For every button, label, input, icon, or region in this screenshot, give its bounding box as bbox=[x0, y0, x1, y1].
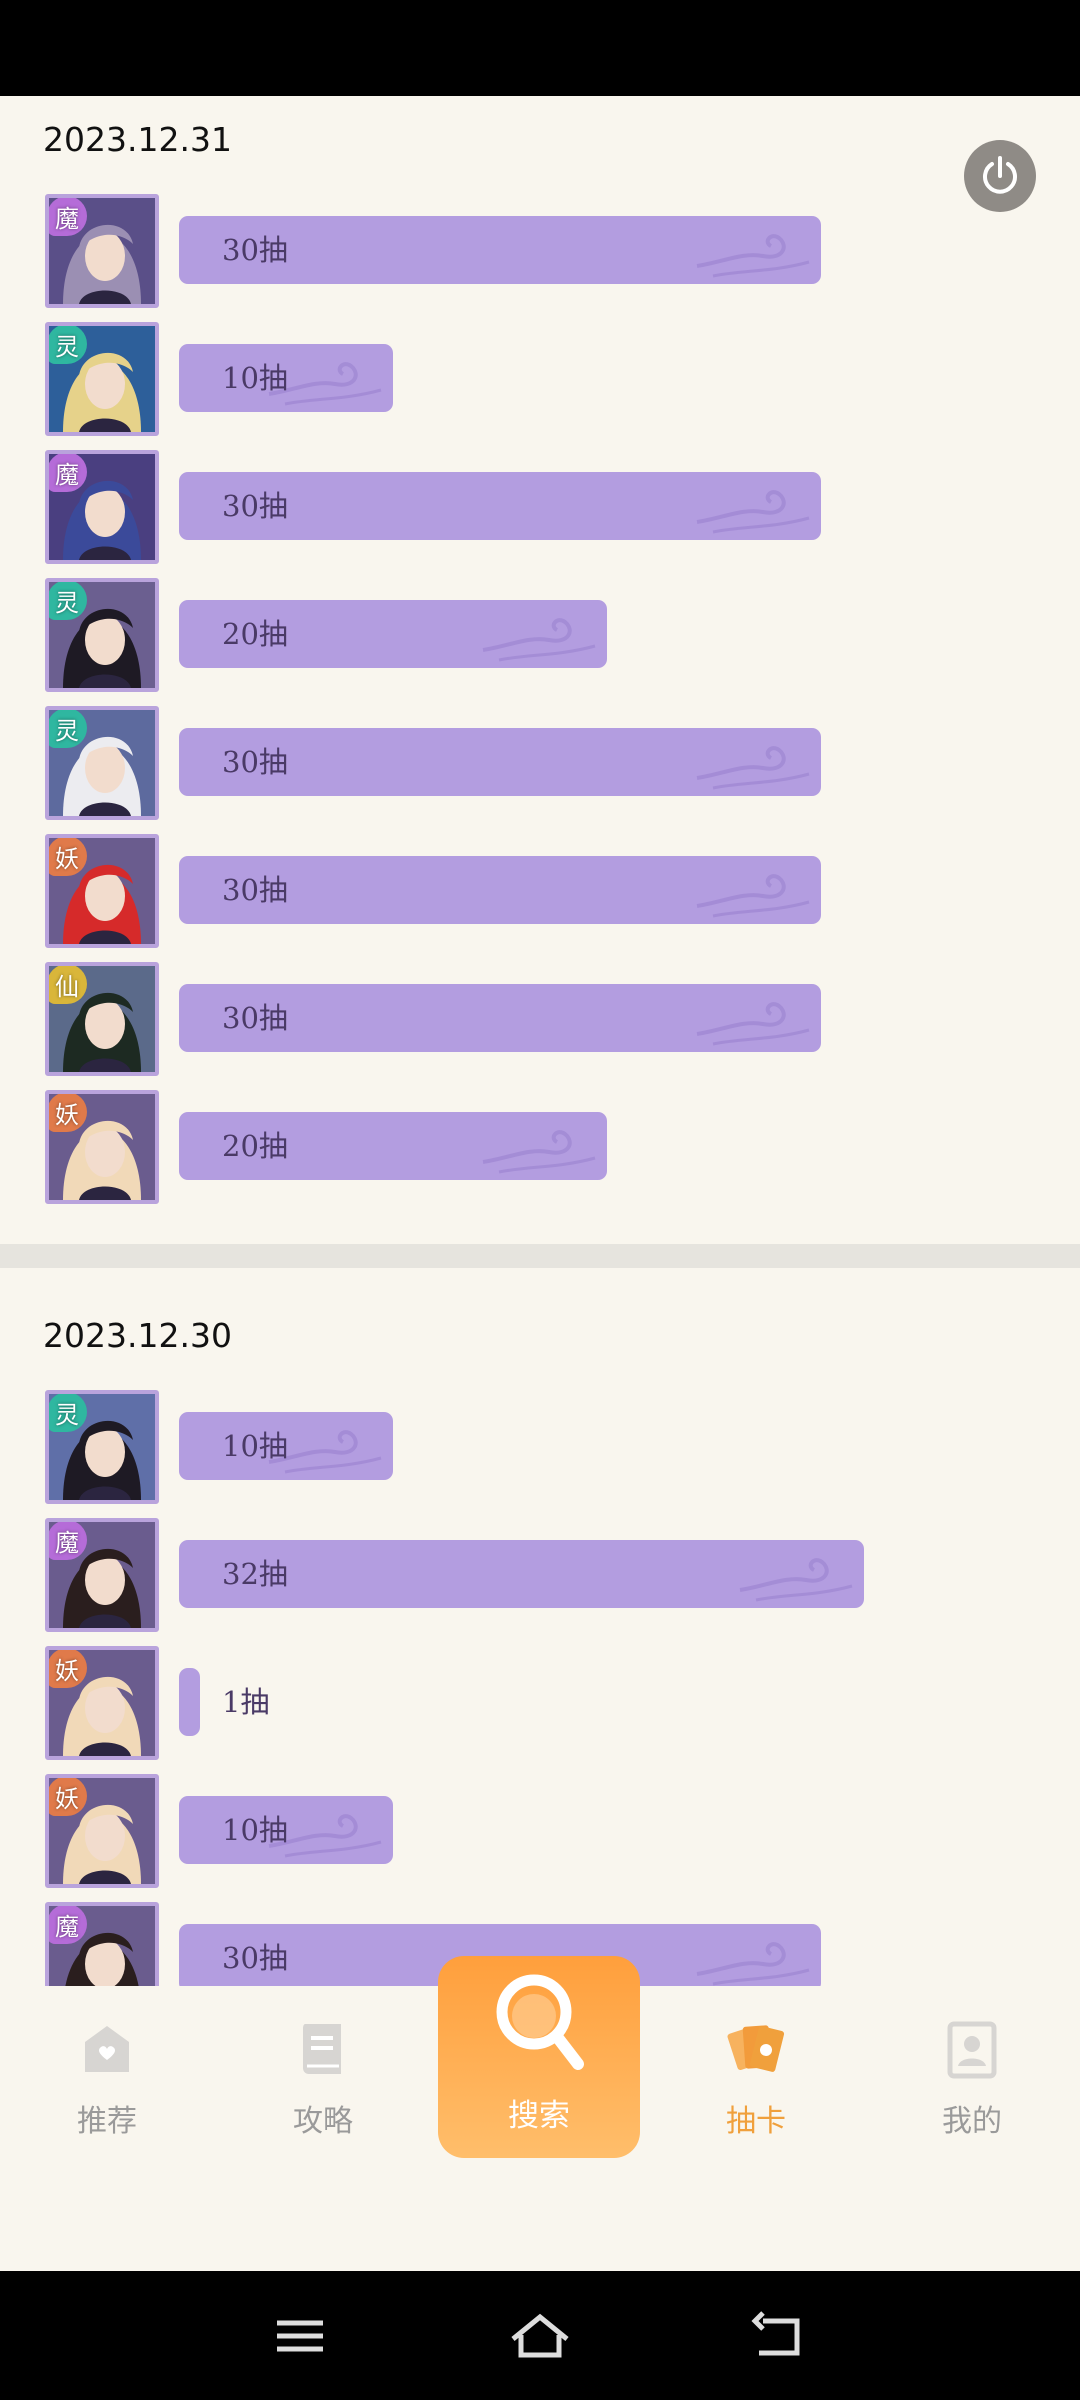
pull-count-label: 20抽 bbox=[222, 617, 288, 651]
tab-label: 我的 bbox=[942, 2104, 1002, 2139]
faction-badge: 魔 bbox=[49, 1522, 87, 1560]
cloud-pattern-icon bbox=[739, 1558, 853, 1602]
pull-count-label: 30抽 bbox=[222, 1941, 288, 1975]
cloud-pattern-icon bbox=[482, 1130, 596, 1174]
faction-badge: 灵 bbox=[49, 1394, 87, 1432]
pull-count-label: 30抽 bbox=[222, 1001, 288, 1035]
cloud-pattern-icon bbox=[696, 746, 810, 790]
faction-badge: 仙 bbox=[49, 966, 87, 1004]
tab-search[interactable]: 搜索 bbox=[438, 1956, 640, 2158]
tab-recommend[interactable]: 推荐 bbox=[32, 2016, 182, 2156]
pull-count-label: 30抽 bbox=[222, 745, 288, 779]
pull-count-label: 30抽 bbox=[222, 233, 288, 267]
status-bar bbox=[0, 0, 1080, 96]
character-avatar[interactable]: 魔 bbox=[45, 194, 159, 308]
character-avatar[interactable]: 灵 bbox=[45, 578, 159, 692]
pull-record-row[interactable]: 灵 10抽 bbox=[0, 316, 1080, 444]
pull-count-label: 10抽 bbox=[222, 1813, 288, 1847]
faction-badge: 魔 bbox=[49, 454, 87, 492]
pull-record-row[interactable]: 仙 30抽 bbox=[0, 956, 1080, 1084]
pull-record-row[interactable]: 灵 20抽 bbox=[0, 572, 1080, 700]
faction-badge: 魔 bbox=[49, 1906, 87, 1944]
faction-badge: 灵 bbox=[49, 582, 87, 620]
faction-badge: 灵 bbox=[49, 710, 87, 748]
character-avatar[interactable]: 魔 bbox=[45, 450, 159, 564]
character-avatar[interactable]: 魔 bbox=[45, 1902, 159, 1986]
tab-guide[interactable]: 攻略 bbox=[248, 2016, 398, 2156]
faction-badge: 灵 bbox=[49, 326, 87, 364]
pull-record-row[interactable]: 魔 30抽 bbox=[0, 444, 1080, 572]
recommend-icon bbox=[85, 2026, 129, 2072]
character-avatar[interactable]: 妖 bbox=[45, 834, 159, 948]
pull-count-label: 30抽 bbox=[222, 489, 288, 523]
faction-badge: 魔 bbox=[49, 198, 87, 236]
cards-icon bbox=[727, 2025, 785, 2072]
back-icon[interactable] bbox=[745, 2301, 815, 2371]
pull-count-label: 30抽 bbox=[222, 873, 288, 907]
faction-badge: 妖 bbox=[49, 1094, 87, 1132]
pull-count-bar bbox=[179, 1668, 200, 1736]
tab-label: 推荐 bbox=[77, 2104, 137, 2139]
character-avatar[interactable]: 灵 bbox=[45, 1390, 159, 1504]
cloud-pattern-icon bbox=[696, 234, 810, 278]
menu-icon[interactable] bbox=[265, 2301, 335, 2371]
pull-record-row[interactable]: 妖 1抽 bbox=[0, 1640, 1080, 1768]
guide-book-icon bbox=[303, 2024, 341, 2074]
pull-record-row[interactable]: 妖 10抽 bbox=[0, 1768, 1080, 1896]
tab-label: 攻略 bbox=[293, 2104, 353, 2139]
character-avatar[interactable]: 妖 bbox=[45, 1646, 159, 1760]
tab-gacha[interactable]: 抽卡 bbox=[681, 2016, 831, 2156]
faction-badge: 妖 bbox=[49, 1650, 87, 1688]
tab-label: 抽卡 bbox=[726, 2104, 786, 2139]
cloud-pattern-icon bbox=[696, 1942, 810, 1986]
pull-record-row[interactable]: 灵 10抽 bbox=[0, 1384, 1080, 1512]
pull-count-label: 20抽 bbox=[222, 1129, 288, 1163]
character-avatar[interactable]: 魔 bbox=[45, 1518, 159, 1632]
pull-record-row[interactable]: 魔 30抽 bbox=[0, 188, 1080, 316]
pull-count-label: 10抽 bbox=[222, 361, 288, 395]
system-nav-bar bbox=[0, 2271, 1080, 2400]
pull-count-label: 32抽 bbox=[222, 1557, 288, 1591]
gacha-history-list[interactable]: 2023.12.31 魔 30抽灵 10抽魔 30抽灵 20抽灵 30抽妖 30抽仙 30抽妖 2… bbox=[0, 96, 1080, 1986]
character-avatar[interactable]: 妖 bbox=[45, 1090, 159, 1204]
pull-record-row[interactable]: 魔 32抽 bbox=[0, 1512, 1080, 1640]
tab-profile[interactable]: 我的 bbox=[897, 2016, 1047, 2156]
pull-record-row[interactable]: 妖 20抽 bbox=[0, 1084, 1080, 1212]
cloud-pattern-icon bbox=[696, 874, 810, 918]
character-avatar[interactable]: 仙 bbox=[45, 962, 159, 1076]
tab-label: 搜索 bbox=[508, 2098, 570, 2134]
pull-record-row[interactable]: 灵 30抽 bbox=[0, 700, 1080, 828]
pull-count-label: 10抽 bbox=[222, 1429, 288, 1463]
section-divider bbox=[0, 1244, 1080, 1268]
cloud-pattern-icon bbox=[696, 490, 810, 534]
section-date: 2023.12.30 bbox=[43, 1316, 232, 1355]
character-avatar[interactable]: 妖 bbox=[45, 1774, 159, 1888]
cloud-pattern-icon bbox=[696, 1002, 810, 1046]
profile-icon bbox=[947, 2021, 997, 2079]
faction-badge: 妖 bbox=[49, 838, 87, 876]
character-avatar[interactable]: 灵 bbox=[45, 322, 159, 436]
pull-count-label: 1抽 bbox=[222, 1685, 270, 1719]
character-avatar[interactable]: 灵 bbox=[45, 706, 159, 820]
faction-badge: 妖 bbox=[49, 1778, 87, 1816]
cloud-pattern-icon bbox=[482, 618, 596, 662]
search-icon bbox=[496, 1974, 584, 2070]
section-date: 2023.12.31 bbox=[43, 120, 232, 159]
pull-record-row[interactable]: 妖 30抽 bbox=[0, 828, 1080, 956]
home-icon[interactable] bbox=[505, 2301, 575, 2371]
